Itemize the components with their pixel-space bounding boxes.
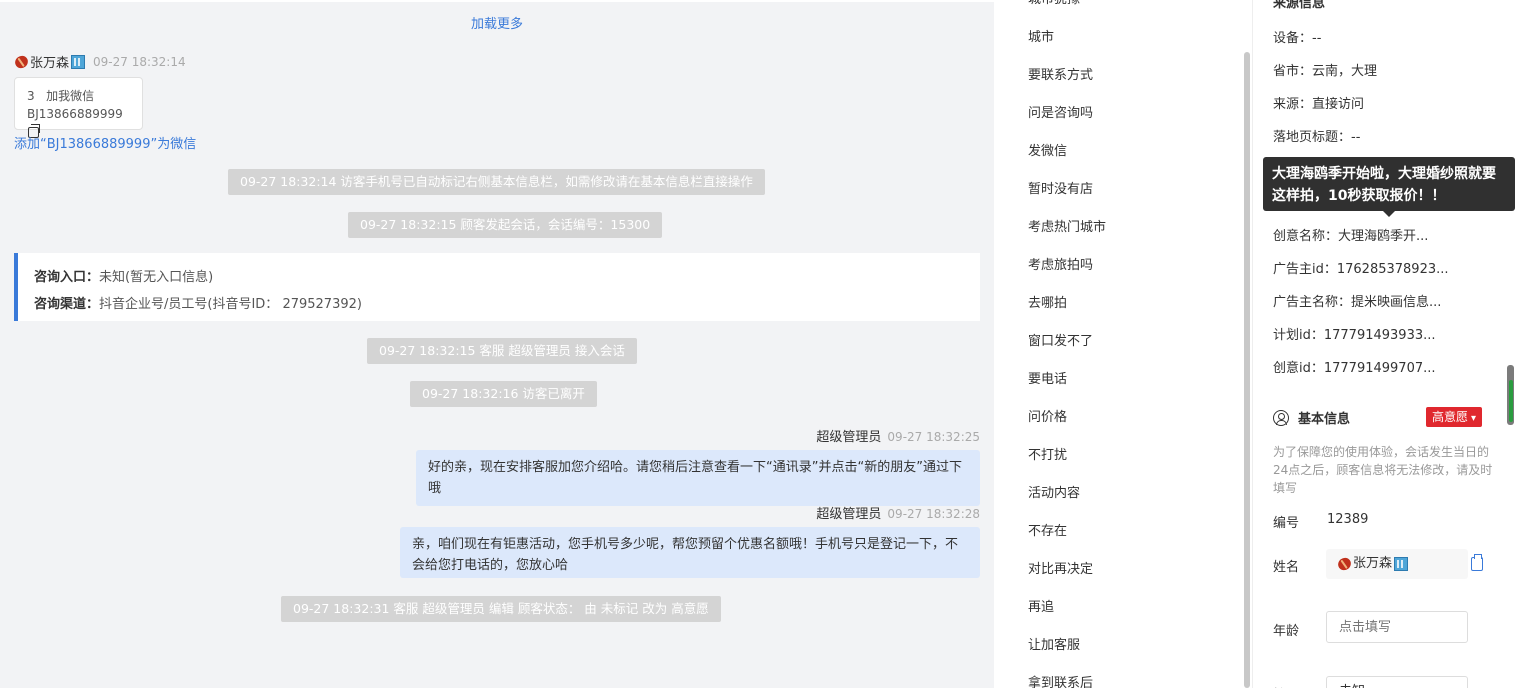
channel-value: 抖音企业号/员工号(抖音号ID： 279527392): [99, 297, 362, 312]
quick-reply-item[interactable]: 让加客服: [1028, 634, 1080, 653]
id-value: 12389: [1327, 512, 1369, 527]
consult-info-box: 咨询入口：未知(暂无入口信息) 咨询渠道：抖音企业号/员工号(抖音号ID： 27…: [14, 253, 980, 321]
quick-reply-item[interactable]: 再追: [1028, 596, 1054, 615]
quick-reply-item[interactable]: 拿到联系后: [1028, 672, 1093, 688]
coffee-bean-icon: [12, 52, 31, 71]
channel-label: 咨询渠道：: [34, 297, 100, 312]
intent-badge[interactable]: 高意愿: [1426, 407, 1483, 427]
quick-reply-item[interactable]: 问是咨询吗: [1028, 102, 1093, 121]
agent-timestamp: 09-27 18:32:25: [887, 430, 980, 444]
gender-label: 性别: [1273, 684, 1299, 688]
name-field[interactable]: 张万森: [1326, 549, 1468, 579]
basic-info-title: 基本信息: [1273, 408, 1350, 427]
quick-reply-item[interactable]: 城市犹豫: [1028, 0, 1080, 7]
agent-header: 超级管理员 09-27 18:32:25: [816, 426, 980, 445]
quick-reply-item[interactable]: 发微信: [1028, 140, 1067, 159]
scrollbar[interactable]: [1244, 52, 1250, 688]
building-icon: [1394, 557, 1409, 571]
customer-panel: 来源信息 设备：--省市：云南，大理来源：直接访问落地页标题：--落地页地址：广…: [1252, 0, 1516, 688]
wechat-card: 3 加我微信 BJ13866889999: [14, 77, 143, 138]
quick-reply-item[interactable]: 要联系方式: [1028, 64, 1093, 83]
coffee-bean-icon: [1335, 555, 1354, 573]
building-icon: [71, 54, 86, 69]
quick-reply-item[interactable]: 去哪拍: [1028, 292, 1067, 311]
quick-reply-item[interactable]: 考虑热门城市: [1028, 216, 1106, 235]
source-title: 来源信息: [1273, 0, 1326, 11]
agent-name: 超级管理员: [816, 507, 882, 522]
quick-reply-item[interactable]: 不打扰: [1028, 444, 1067, 463]
visitor-name: 张万森: [30, 56, 70, 71]
system-message: 09-27 18:32:16 访客已离开: [410, 381, 597, 407]
quick-reply-item[interactable]: 活动内容: [1028, 482, 1080, 501]
tooltip: 大理海鸥季开始啦，大理婚纱照就要这样拍，10秒获取报价！！: [1263, 157, 1515, 217]
id-label: 编号: [1273, 516, 1300, 531]
quick-reply-item[interactable]: 城市: [1028, 26, 1054, 45]
age-input[interactable]: [1326, 611, 1468, 643]
quick-reply-item[interactable]: 不存在: [1028, 520, 1067, 539]
entry-value: 未知(暂无入口信息): [99, 270, 214, 285]
system-message: 09-27 18:32:15 客服 超级管理员 接入会话: [367, 338, 637, 364]
source-field: 省市：云南，大理: [1273, 64, 1378, 79]
quick-reply-list: 城市犹豫城市要联系方式问是咨询吗发微信暂时没有店考虑热门城市考虑旅拍吗去哪拍窗口…: [1012, 0, 1250, 688]
quick-reply-item[interactable]: 问价格: [1028, 406, 1067, 425]
visitor-header: 张万森 09-27 18:32:14: [12, 52, 186, 71]
system-message: 09-27 18:32:15 顾客发起会话，会话编号：15300: [348, 212, 663, 238]
quick-reply-item[interactable]: 暂时没有店: [1028, 178, 1093, 197]
agent-timestamp: 09-27 18:32:28: [887, 507, 980, 521]
card-title: 3 加我微信: [27, 89, 95, 103]
quick-reply-item[interactable]: 要电话: [1028, 368, 1067, 387]
agent-header: 超级管理员 09-27 18:32:28: [816, 503, 980, 522]
source-field: 广告主id：176285378923...: [1273, 262, 1449, 277]
load-more-link[interactable]: 加载更多: [0, 13, 994, 32]
age-label: 年龄: [1273, 624, 1300, 639]
source-field: 设备：--: [1273, 31, 1322, 46]
edit-notice: 为了保障您的使用体验，会话发生当日的24点之后，顾客信息将无法修改，请及时填写: [1273, 445, 1493, 495]
source-field: 广告主名称：提米映画信息...: [1273, 295, 1442, 310]
chat-pane: 加载更多 张万森 09-27 18:32:14 3 加我微信 BJ1386688…: [0, 0, 994, 688]
agent-message: 亲，咱们现在有钜惠活动，您手机号多少呢，帮您预留个优惠名额哦！手机号只是登记一下…: [400, 527, 980, 578]
source-field: 创意名称：大理海鸥季开...: [1273, 229, 1429, 244]
clipboard-icon[interactable]: [1471, 554, 1483, 571]
quick-reply-item[interactable]: 窗口发不了: [1028, 330, 1093, 349]
add-wechat-link[interactable]: 添加“BJ13866889999”为微信: [14, 133, 196, 152]
agent-name: 超级管理员: [816, 430, 882, 445]
visitor-timestamp: 09-27 18:32:14: [93, 54, 186, 69]
quick-reply-item[interactable]: 对比再决定: [1028, 558, 1093, 577]
source-field: 落地页标题：--: [1273, 130, 1361, 145]
quick-reply-item[interactable]: 考虑旅拍吗: [1028, 254, 1093, 273]
source-field: 创意id：177791499707...: [1273, 361, 1436, 376]
agent-message: 好的亲，现在安排客服加您介绍哈。请您稍后注意查看一下“通讯录”并点击“新的朋友”…: [416, 450, 980, 506]
name-label: 姓名: [1273, 560, 1300, 575]
system-message: 09-27 18:32:14 访客手机号已自动标记右侧基本信息栏，如需修改请在基…: [228, 169, 765, 195]
source-field: 计划id：177791493933...: [1273, 328, 1436, 343]
entry-label: 咨询入口：: [34, 270, 100, 285]
system-message: 09-27 18:32:31 客服 超级管理员 编辑 顾客状态： 由 未标记 改…: [281, 596, 721, 622]
gender-select[interactable]: 未知: [1326, 676, 1468, 688]
source-field: 来源：直接访问: [1273, 97, 1365, 112]
scrollbar-indicator: [1509, 380, 1513, 422]
divider: [0, 0, 994, 2]
user-icon: [1273, 409, 1289, 426]
